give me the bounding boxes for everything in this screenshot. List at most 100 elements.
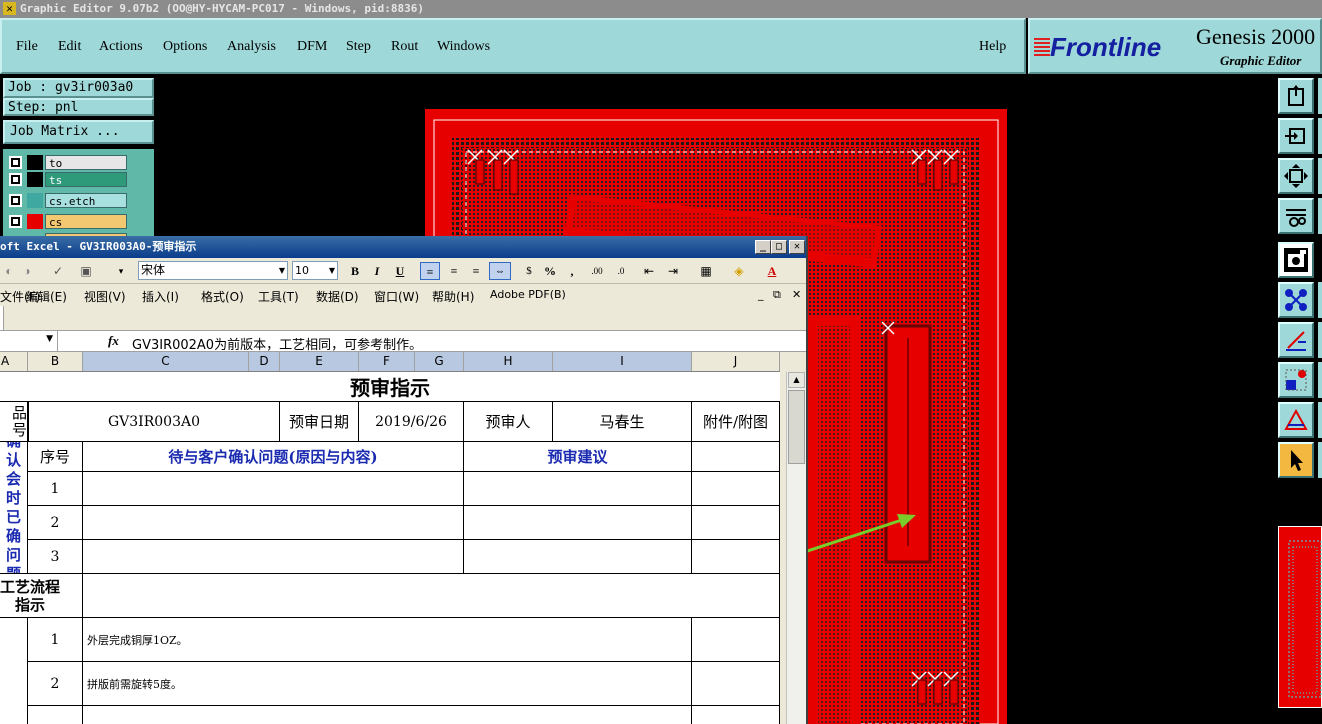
reviewer-label[interactable]: 预审人 <box>464 402 553 442</box>
worksheet[interactable]: 预审指示 品 号 GV3IR003A0 预审日期 2019/6/26 预审人 马… <box>0 372 780 724</box>
layer-row-to[interactable]: to <box>7 155 127 170</box>
xl-menu-tools[interactable]: 工具(T) <box>258 288 299 305</box>
fill-color-icon[interactable]: ◈ <box>727 262 751 280</box>
paste-icon[interactable]: ▣ <box>78 262 94 280</box>
decrease-decimal-icon[interactable]: .0 <box>612 262 630 280</box>
decrease-indent-icon[interactable]: ⇤ <box>640 262 658 280</box>
process-cell[interactable] <box>83 574 780 618</box>
currency-icon[interactable]: $ <box>520 262 538 280</box>
issue-cell[interactable] <box>83 506 464 540</box>
column-header[interactable]: H <box>464 352 553 371</box>
column-header[interactable]: B <box>28 352 83 371</box>
attachment-label[interactable]: 附件/附图 <box>692 402 780 442</box>
borders-icon[interactable]: ▦ <box>694 262 718 280</box>
process-seq[interactable]: 1 <box>28 618 83 662</box>
review-date-value[interactable]: 2019/6/26 <box>359 402 464 442</box>
formula-input[interactable]: GV3IR002A0为前版本，工艺相同，可参考制作。 <box>132 334 422 353</box>
minimap[interactable] <box>1278 526 1322 708</box>
issue-header[interactable]: 待与客户确认问题(原因与内容) <box>83 442 464 472</box>
suggest-header[interactable]: 预审建议 <box>464 442 692 472</box>
empty-cell[interactable] <box>692 472 780 506</box>
menu-file[interactable]: File <box>16 39 38 55</box>
export-button[interactable] <box>1278 78 1314 114</box>
empty-cell[interactable] <box>692 506 780 540</box>
align-center-icon[interactable]: ≡ <box>444 262 464 280</box>
align-right-icon[interactable]: ≡ <box>466 262 486 280</box>
doc-close-icon[interactable]: ✕ <box>792 288 801 301</box>
underline-icon[interactable]: U <box>393 262 407 280</box>
job-matrix-button[interactable]: Job Matrix ... <box>3 120 154 144</box>
xl-menu-help[interactable]: 帮助(H) <box>432 288 474 305</box>
measure-button[interactable] <box>1278 322 1314 358</box>
issue-cell[interactable] <box>83 540 464 574</box>
xl-menu-data[interactable]: 数据(D) <box>316 288 359 305</box>
xl-menu-window[interactable]: 窗口(W) <box>374 288 419 305</box>
empty-cell[interactable] <box>692 442 780 472</box>
layer-checkbox[interactable] <box>9 215 22 228</box>
close-icon[interactable]: ✕ <box>789 240 805 254</box>
font-select[interactable]: 宋体 ▼ <box>138 261 288 280</box>
forward-icon[interactable]: ◑ <box>20 262 34 280</box>
product-value[interactable]: GV3IR003A0 <box>28 402 280 442</box>
empty-cell[interactable] <box>692 540 780 574</box>
xl-menu-insert[interactable]: 插入(I) <box>142 288 179 305</box>
feature-select-button[interactable] <box>1278 362 1314 398</box>
pointer-button[interactable] <box>1278 442 1314 478</box>
xl-menu-edit[interactable]: 编辑(E) <box>26 288 67 305</box>
empty-cell[interactable] <box>28 706 83 724</box>
layer-row-cs[interactable]: cs <box>7 214 127 229</box>
bold-icon[interactable]: B <box>348 262 362 280</box>
column-header[interactable]: I <box>553 352 692 371</box>
doc-minimize-icon[interactable]: _ <box>758 288 764 301</box>
suggest-cell[interactable] <box>464 540 692 574</box>
issue-cell[interactable] <box>83 472 464 506</box>
xl-menu-adobe-pdf[interactable]: Adobe PDF(B) <box>490 288 566 301</box>
row-seq[interactable]: 2 <box>28 506 83 540</box>
empty-cell[interactable] <box>692 662 780 706</box>
increase-decimal-icon[interactable]: .00 <box>588 262 606 280</box>
fx-icon[interactable]: fx <box>108 333 119 349</box>
column-header[interactable]: E <box>280 352 359 371</box>
drc-button[interactable] <box>1278 402 1314 438</box>
empty-cell[interactable] <box>692 618 780 662</box>
row-seq[interactable]: 1 <box>28 472 83 506</box>
net-button[interactable] <box>1278 282 1314 318</box>
font-size-select[interactable]: 10 ▼ <box>292 261 338 280</box>
comma-icon[interactable]: , <box>567 262 577 280</box>
process-text[interactable]: 拼版前需旋转5度。 <box>83 662 692 706</box>
import-button[interactable] <box>1278 118 1314 154</box>
column-header[interactable]: F <box>359 352 415 371</box>
row-seq[interactable]: 3 <box>28 540 83 574</box>
menu-step[interactable]: Step <box>346 39 371 55</box>
layer-checkbox[interactable] <box>9 173 22 186</box>
x-window-icon[interactable]: ✕ <box>3 2 16 15</box>
xl-menu-format[interactable]: 格式(O) <box>201 288 244 305</box>
menu-options[interactable]: Options <box>163 39 207 55</box>
layer-row-cs-etch[interactable]: cs.etch <box>7 193 127 208</box>
empty-cell[interactable] <box>0 618 28 724</box>
menu-actions[interactable]: Actions <box>99 39 143 55</box>
sheet-title[interactable]: 预审指示 <box>0 372 780 402</box>
maximize-icon[interactable]: □ <box>771 240 787 254</box>
suggest-cell[interactable] <box>464 472 692 506</box>
layer-checkbox[interactable] <box>9 156 22 169</box>
italic-icon[interactable]: I <box>370 262 384 280</box>
layer-row-ts[interactable]: ts <box>7 172 127 187</box>
menu-dfm[interactable]: DFM <box>297 39 327 55</box>
seq-header[interactable]: 序号 <box>28 442 83 472</box>
menu-help[interactable]: Help <box>979 39 1006 55</box>
column-header[interactable]: D <box>249 352 280 371</box>
column-header[interactable]: C <box>83 352 249 371</box>
empty-cell[interactable] <box>83 706 692 724</box>
xl-menu-view[interactable]: 视图(V) <box>84 288 126 305</box>
process-seq[interactable]: 2 <box>28 662 83 706</box>
increase-indent-icon[interactable]: ⇥ <box>664 262 682 280</box>
minimize-icon[interactable]: _ <box>755 240 771 254</box>
empty-cell[interactable] <box>692 706 780 724</box>
layer-checkbox[interactable] <box>9 194 22 207</box>
menu-windows[interactable]: Windows <box>437 39 490 55</box>
font-color-icon[interactable]: A <box>760 262 784 280</box>
review-date-label[interactable]: 预审日期 <box>280 402 359 442</box>
column-header[interactable]: J <box>692 352 780 371</box>
doc-restore-icon[interactable]: ⧉ <box>773 288 781 302</box>
